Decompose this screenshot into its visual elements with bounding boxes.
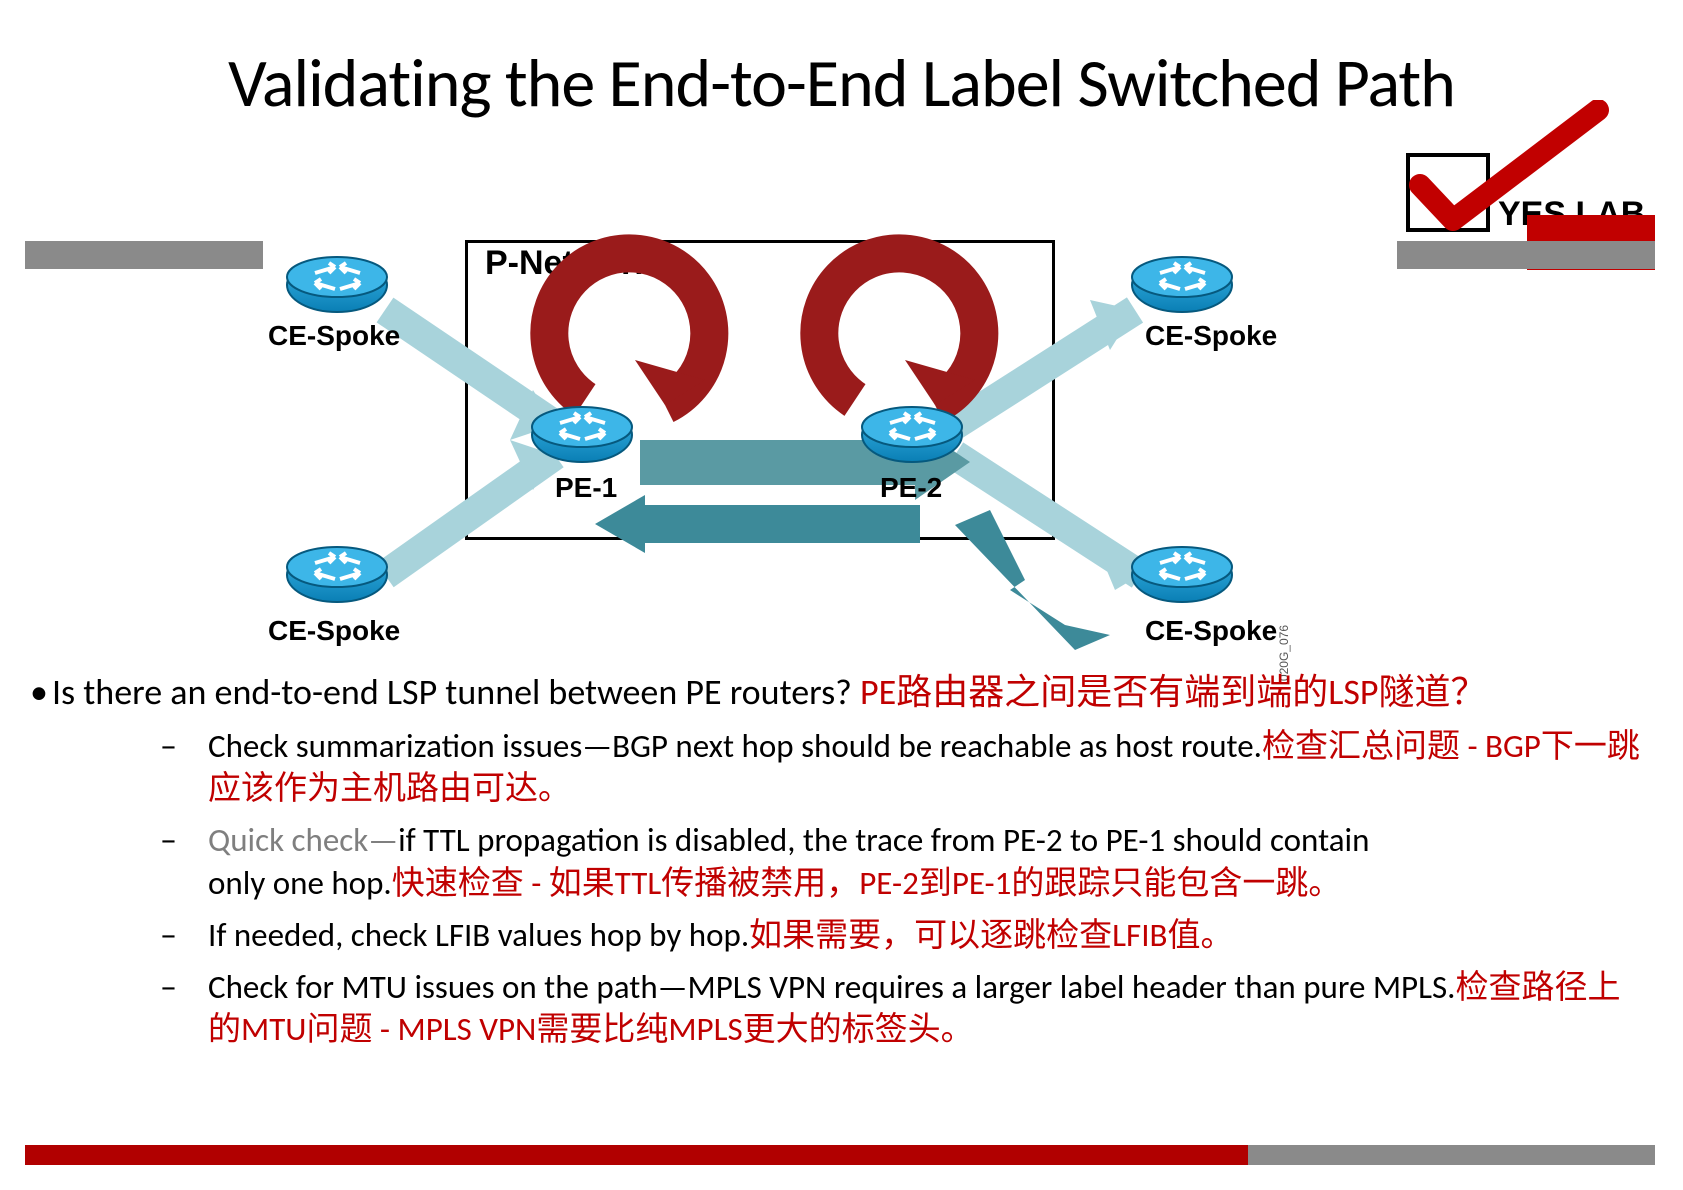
label-ce-bl: CE-Spoke <box>268 615 400 647</box>
header-bar-right <box>1397 241 1655 269</box>
label-pe1: PE-1 <box>555 472 617 504</box>
bullet-1: Check summarization issues—BGP next hop … <box>160 725 1643 809</box>
router-ce-top-right <box>1130 255 1235 315</box>
bullet-4-en: Check for MTU issues on the path—MPLS VP… <box>208 967 1455 1007</box>
footer-grey <box>1248 1145 1656 1165</box>
label-ce-tr: CE-Spoke <box>1145 320 1277 352</box>
question-en: Is there an end-to-end LSP tunnel betwee… <box>30 670 852 714</box>
bullet-3-en: If needed, check LFIB values hop by hop. <box>208 915 749 955</box>
bullet-list: Check summarization issues—BGP next hop … <box>30 725 1643 1051</box>
p-network-box <box>465 240 1055 540</box>
router-ce-bottom-right <box>1130 545 1235 605</box>
router-ce-bottom-left <box>285 545 390 605</box>
label-pe2: PE-2 <box>880 472 942 504</box>
content-body: Is there an end-to-end LSP tunnel betwee… <box>30 670 1643 1061</box>
router-pe2 <box>860 405 965 465</box>
network-diagram: P-Network <box>255 230 1355 665</box>
footer-bar <box>25 1145 1655 1165</box>
label-ce-br: CE-Spoke <box>1145 615 1277 647</box>
header-bar-left <box>25 241 263 269</box>
bullet-2-en-a: Quick check— <box>208 820 398 860</box>
question-cn: PE路由器之间是否有端到端的LSP隧道？ <box>860 670 1486 714</box>
bullet-3: If needed, check LFIB values hop by hop.… <box>160 914 1643 956</box>
router-pe1 <box>530 405 635 465</box>
bullet-1-en: Check summarization issues—BGP next hop … <box>208 726 1262 766</box>
footer-red <box>25 1145 1248 1165</box>
p-network-label: P-Network <box>485 244 653 283</box>
bullet-3-cn: 如果需要，可以逐跳检查LFIB值。 <box>749 915 1233 955</box>
label-ce-tl: CE-Spoke <box>268 320 400 352</box>
question-line: Is there an end-to-end LSP tunnel betwee… <box>30 670 1643 715</box>
router-ce-top-left <box>285 255 390 315</box>
bullet-4: Check for MTU issues on the path—MPLS VP… <box>160 966 1643 1050</box>
bullet-2-cn: 快速检查 - 如果TTL传播被禁用，PE-2到PE-1的跟踪只能包含一跳。 <box>392 863 1342 903</box>
slide: Validating the End-to-End Label Switched… <box>0 0 1683 1190</box>
bullet-2: Quick check—if TTL propagation is disabl… <box>160 819 1408 903</box>
